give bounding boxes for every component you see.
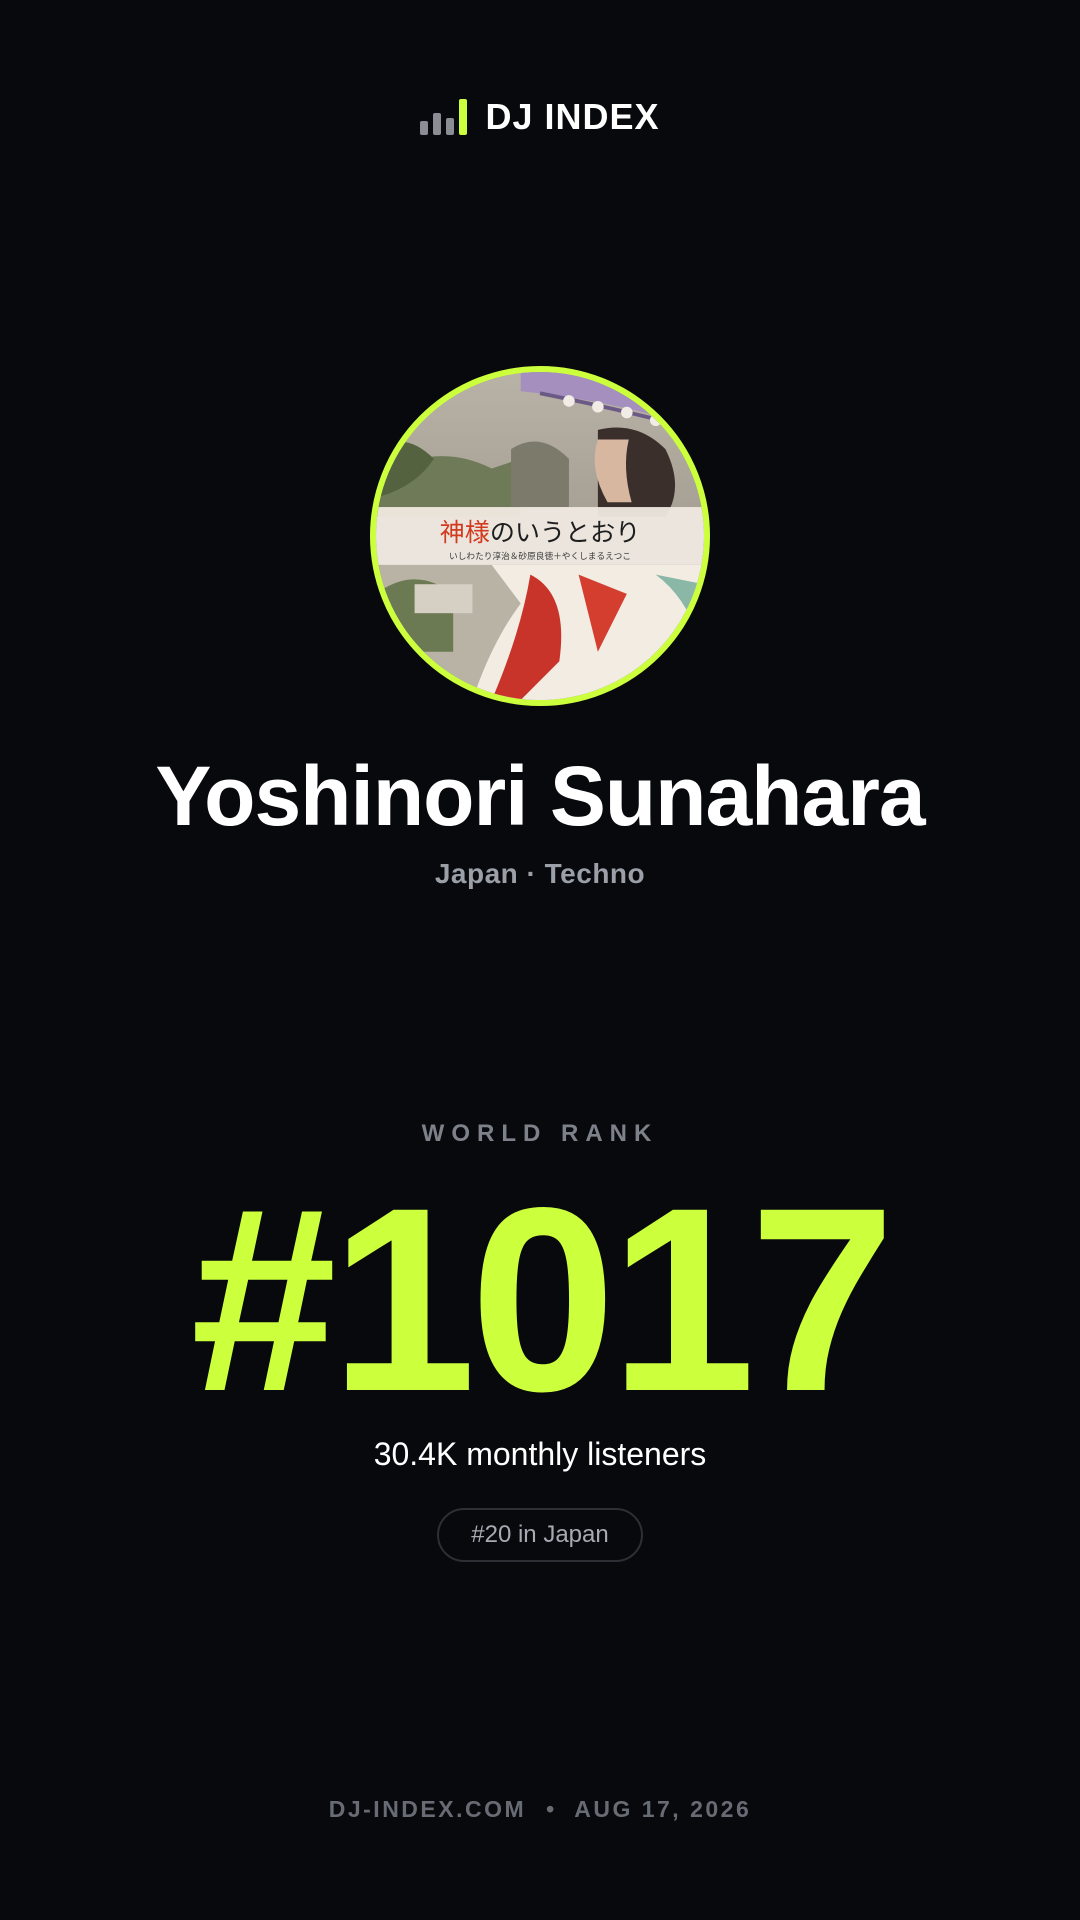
world-rank-label: WORLD RANK [421,1120,659,1147]
brand-name: DJ INDEX [485,96,660,137]
footer-separator: • [546,1796,555,1822]
footer: DJ-INDEX.COM • AUG 17, 2026 [0,1796,1080,1823]
avatar-title-red: 神様 [440,518,490,547]
country-rank-badge: #20 in Japan [437,1508,643,1562]
brand-logo: DJ INDEX [0,96,1080,138]
world-rank-value: #1017 [190,1153,896,1446]
artist-avatar: 神様のいうとおり いしわたり淳治＆砂原良徳＋やくしまるえつこ [370,366,710,706]
monthly-listeners: 30.4K monthly listeners [373,1436,707,1472]
artist-name: Yoshinori Sunahara [155,749,925,843]
avatar-subtitle: いしわたり淳治＆砂原良徳＋やくしまるえつこ [449,550,631,562]
artist-country-genre: Japan · Techno [434,858,646,889]
footer-site: DJ-INDEX.COM [328,1796,527,1822]
avatar-title-black: のいうとおり [490,518,640,547]
footer-date: AUG 17, 2026 [574,1796,752,1822]
svg-text:神様のいうとおり: 神様のいうとおり [440,518,641,547]
equalizer-bars-icon [420,99,468,135]
